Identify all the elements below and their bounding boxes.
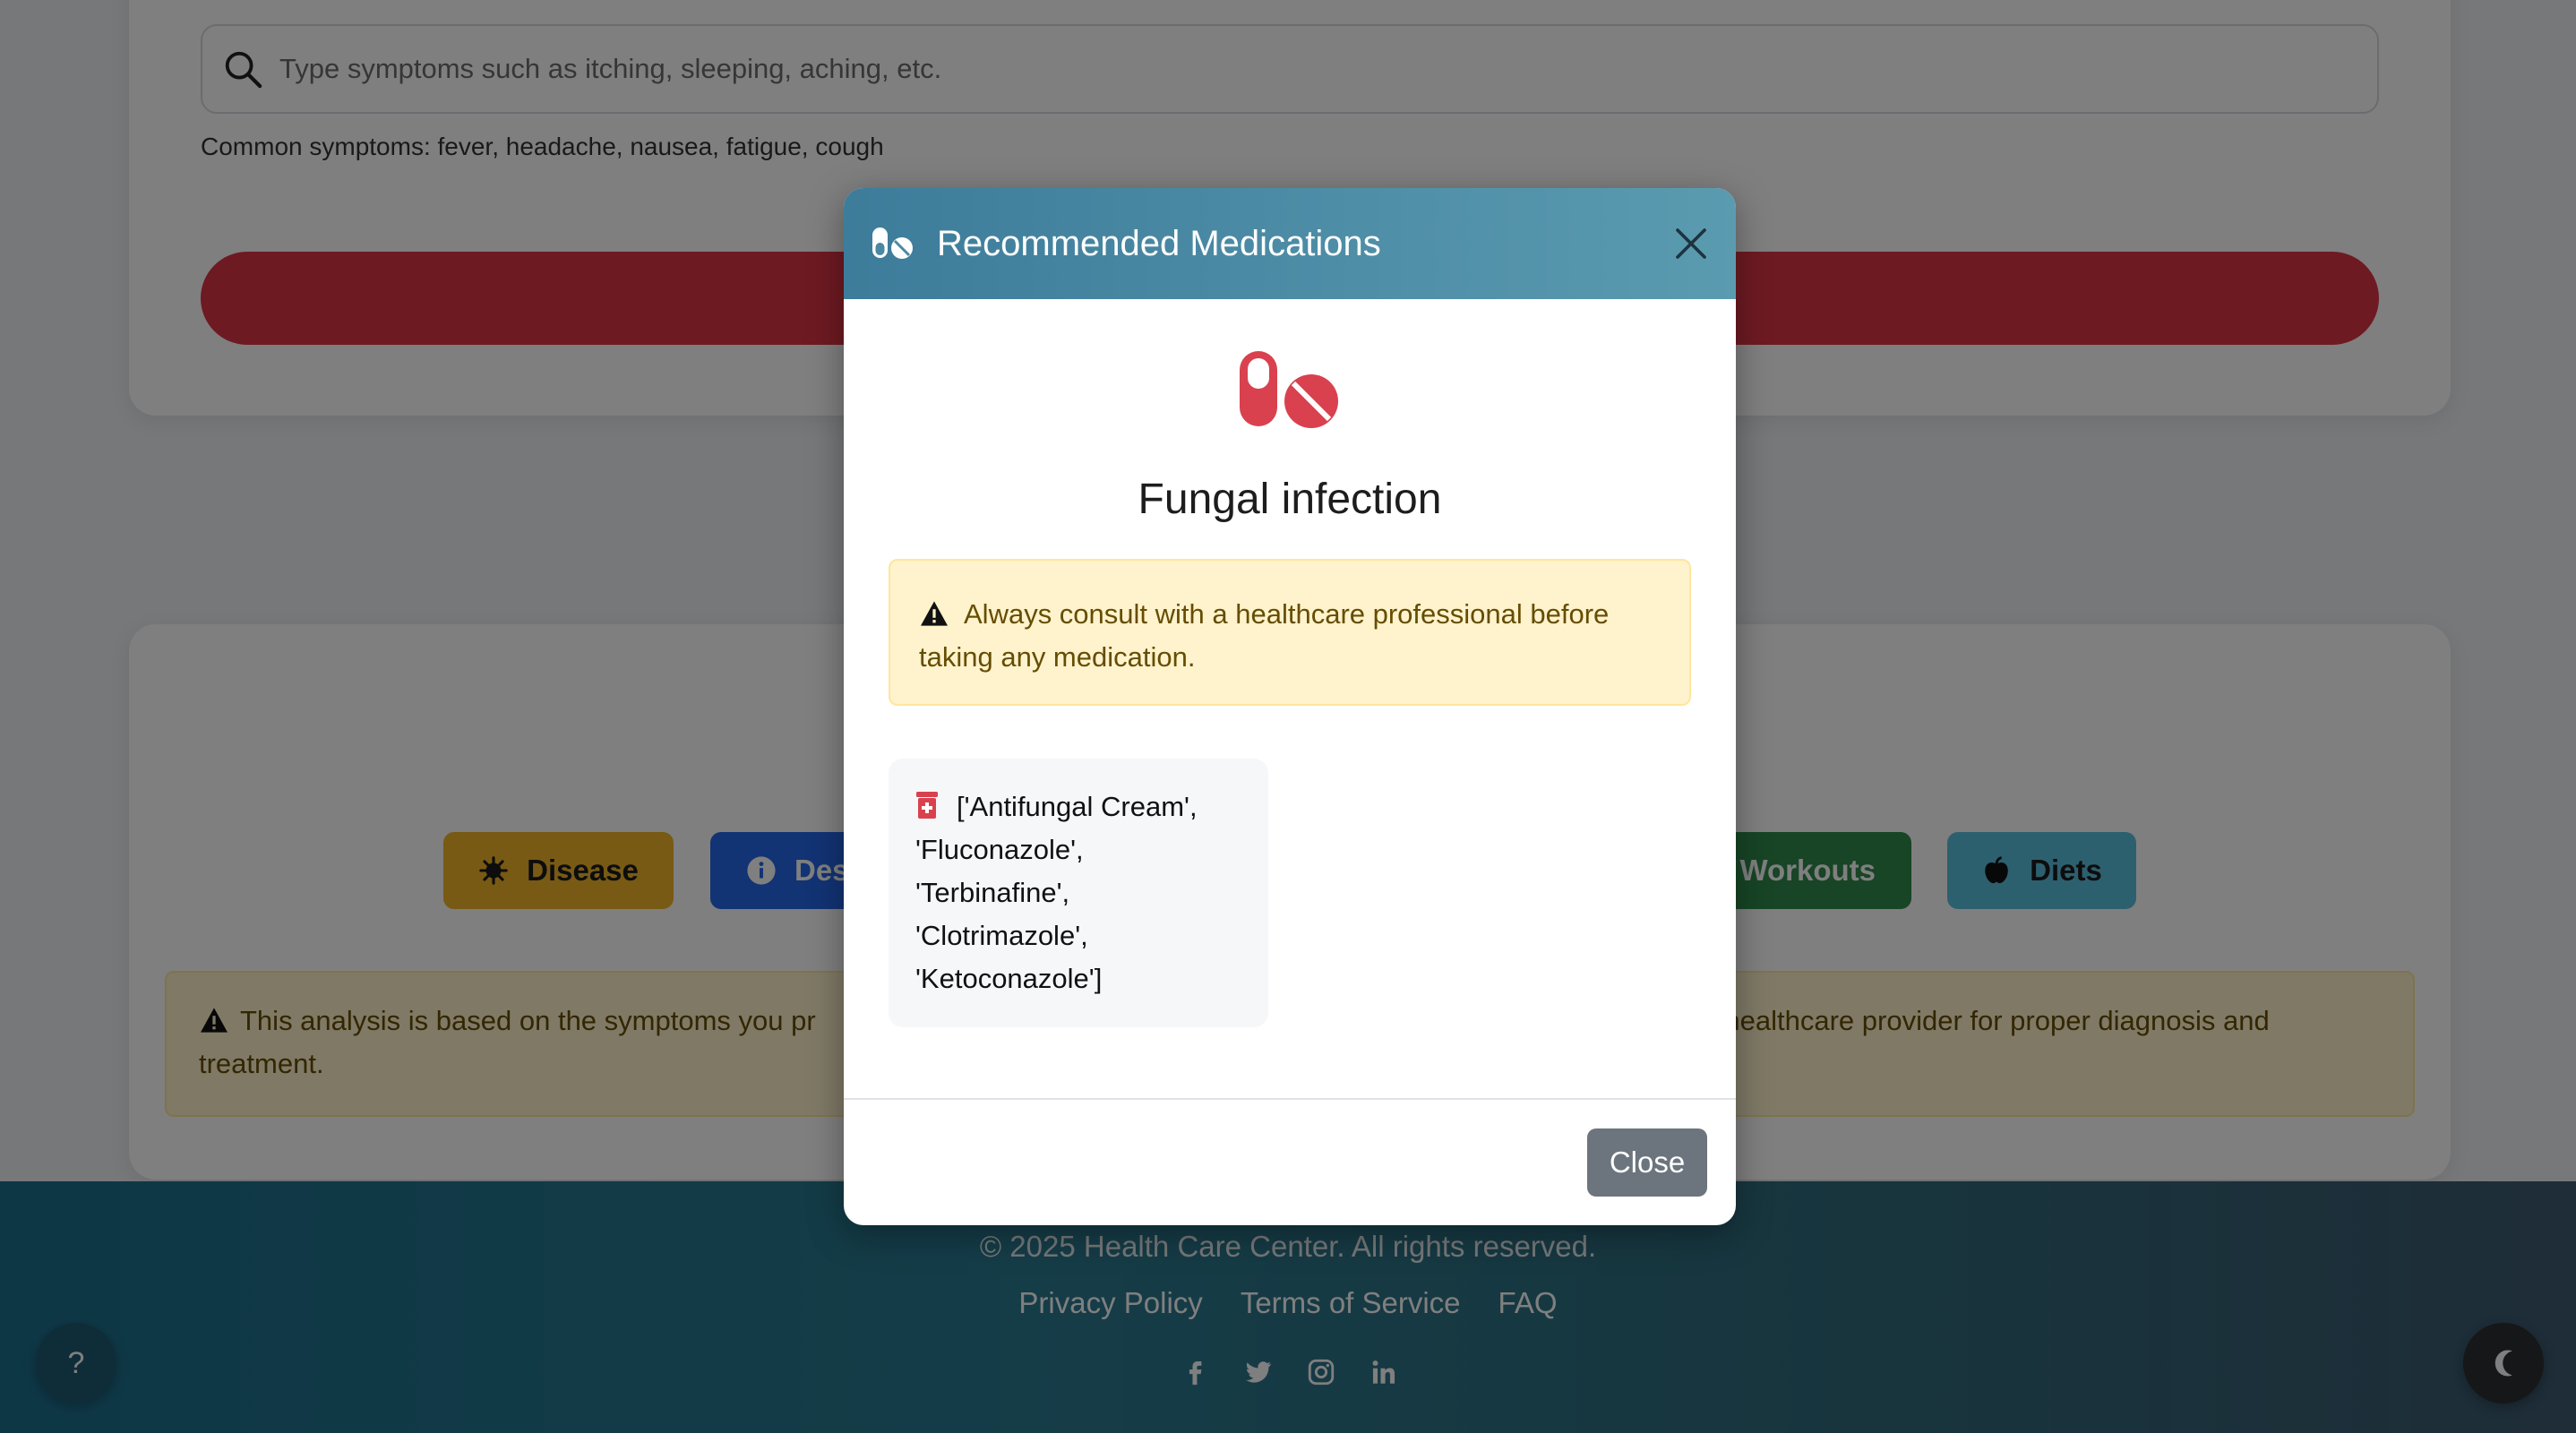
medications-modal: Recommended Medications Fungal infection…	[844, 188, 1736, 1225]
modal-header: Recommended Medications	[844, 188, 1736, 299]
medication-list-line-5: 'Ketoconazole']	[915, 963, 1103, 994]
medication-list-line-3: 'Terbinafine',	[915, 877, 1070, 908]
pills-large-icon	[1240, 351, 1338, 428]
medication-card: ['Antifungal Cream', 'Fluconazole', 'Ter…	[889, 759, 1268, 1027]
close-icon	[1676, 228, 1706, 259]
modal-footer-divider	[844, 1098, 1736, 1100]
medication-warning: Always consult with a healthcare profess…	[889, 559, 1691, 706]
medication-list-line-4: 'Clotrimazole',	[915, 920, 1088, 951]
pills-icon	[872, 227, 913, 259]
modal-close-icon[interactable]	[1670, 222, 1713, 265]
medication-list-line-2: 'Fluconazole',	[915, 834, 1084, 865]
warning-icon	[921, 601, 948, 626]
medication-warning-text: Always consult with a healthcare profess…	[919, 598, 1610, 673]
prescription-bottle-icon	[916, 792, 938, 819]
modal-body: Fungal infection Always consult with a h…	[844, 299, 1736, 1116]
close-button[interactable]: Close	[1587, 1128, 1707, 1197]
disease-name: Fungal infection	[1138, 476, 1442, 523]
medication-list-line-1: ['Antifungal Cream',	[957, 791, 1198, 822]
modal-title: Recommended Medications	[937, 223, 1381, 263]
